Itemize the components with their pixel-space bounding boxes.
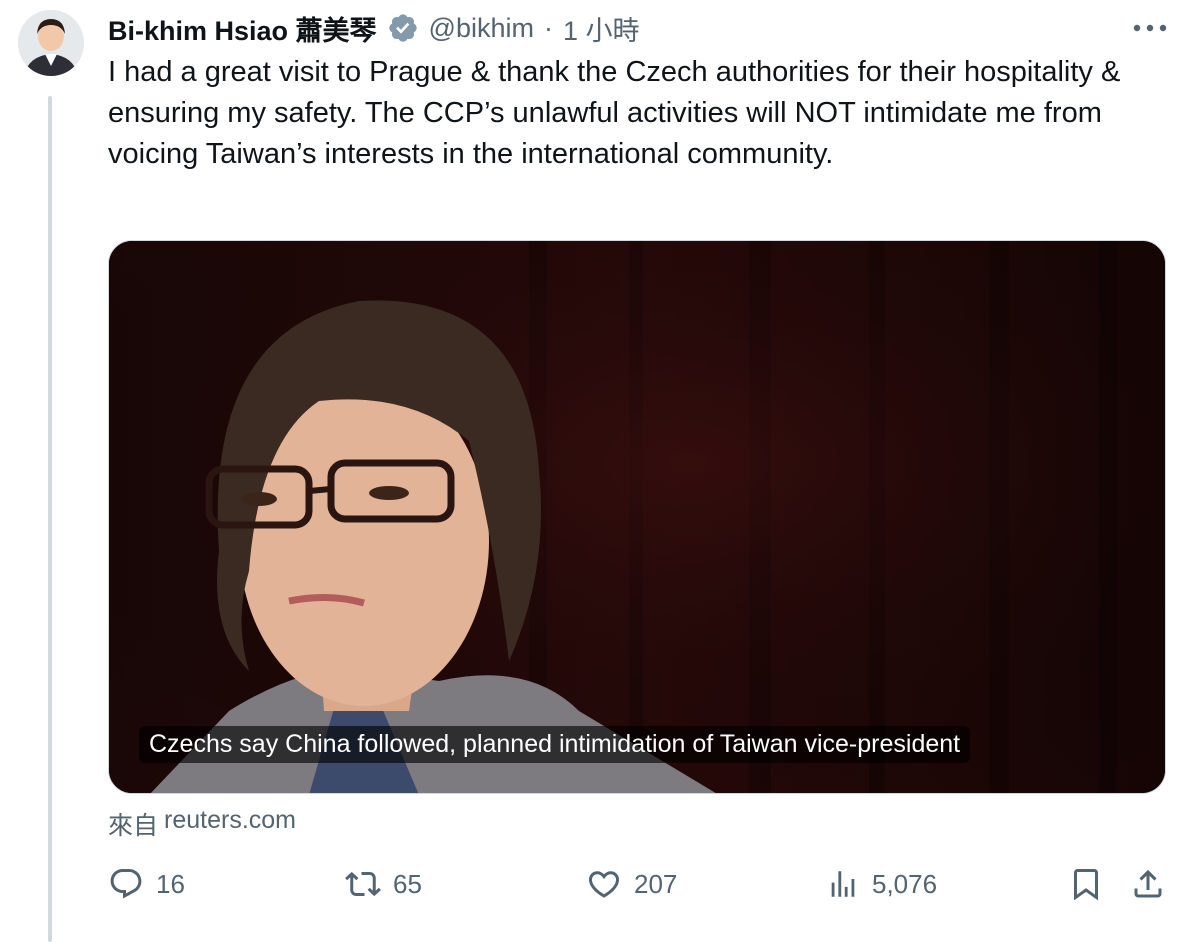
views-count: 5,076 [872,868,938,899]
card-source-prefix: 來自 [108,812,159,840]
card-headline: Czechs say China followed, planned intim… [139,726,971,763]
avatar-image [18,10,84,76]
reply-button[interactable]: 16 [108,862,185,906]
tweet: Bi-khim Hsiao 蕭美琴 @bikhim · 1 小時 I had a… [0,0,1200,942]
verified-badge-icon[interactable] [387,12,419,44]
heart-icon [588,871,620,898]
reply-count: 16 [156,868,185,899]
more-options-button[interactable] [1130,12,1170,44]
like-button[interactable]: 207 [586,862,677,906]
link-preview-card[interactable]: Czechs say China followed, planned intim… [108,240,1166,794]
author-avatar[interactable] [18,10,84,76]
repost-icon [345,871,381,897]
reply-icon [110,869,142,899]
repost-button[interactable]: 65 [345,862,422,906]
author-display-name[interactable]: Bi-khim Hsiao 蕭美琴 [108,9,377,48]
more-horizontal-icon [1133,24,1167,32]
like-count: 207 [634,868,678,899]
repost-count: 65 [393,868,422,899]
card-source[interactable]: 來自 reuters.com [108,806,296,842]
tweet-timestamp[interactable]: 1 小時 [563,9,640,48]
bookmark-button[interactable] [1068,862,1104,906]
share-button[interactable] [1130,862,1166,906]
views-button[interactable]: 5,076 [826,862,937,906]
header-separator: · [543,12,553,43]
share-icon [1134,869,1162,898]
tweet-actions-bar: 16 65 207 5,076 [0,862,1200,906]
card-photo [109,241,1165,793]
bookmark-icon [1074,869,1098,901]
views-icon [831,871,855,897]
tweet-header: Bi-khim Hsiao 蕭美琴 @bikhim · 1 小時 [108,10,640,46]
author-handle[interactable]: @bikhim [429,13,534,44]
thread-connector-line [48,96,52,942]
tweet-text: I had a great visit to Prague & thank th… [108,56,1121,170]
card-source-domain: reuters.com [164,806,296,834]
